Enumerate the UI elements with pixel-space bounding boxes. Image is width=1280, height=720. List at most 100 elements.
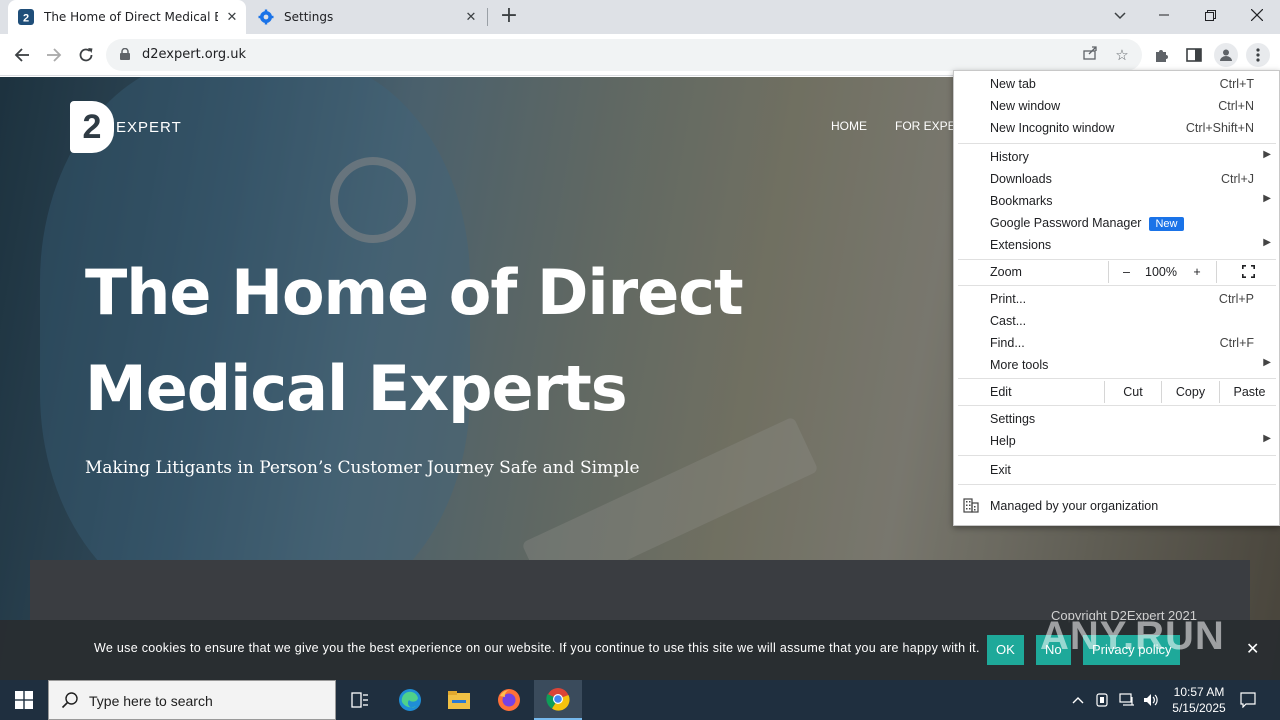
submenu-arrow-icon: ▶ [1263,237,1271,248]
menu-cast[interactable]: Cast... [954,310,1279,332]
menu-label: Google Password Manager [990,216,1142,230]
hero-title-line1: The Home of Direct [85,256,744,329]
search-icon [61,692,78,709]
tray-chevron-up-icon[interactable] [1068,680,1088,720]
d2-favicon: 2 [18,9,34,25]
profile-avatar-icon[interactable] [1214,43,1238,67]
menu-label: New Incognito window [990,121,1115,135]
menu-print[interactable]: Print... Ctrl+P [954,288,1279,310]
hero-subtitle: Making Litigants in Person’s Customer Jo… [85,458,640,478]
menu-kebab-icon[interactable] [1246,43,1270,67]
new-badge: New [1149,217,1184,231]
new-tab-plus-icon[interactable]: + [498,5,520,28]
menu-exit[interactable]: Exit [954,459,1279,481]
search-placeholder: Type here to search [89,693,213,709]
menu-new-tab[interactable]: New tab Ctrl+T [954,73,1279,95]
address-bar[interactable]: d2expert.org.uk ☆ [106,39,1142,71]
menu-separator [958,143,1276,144]
menu-settings[interactable]: Settings [954,408,1279,430]
tab-settings[interactable]: Settings ✕ [250,0,485,34]
tab-separator [487,8,488,26]
menu-new-window[interactable]: New window Ctrl+N [954,95,1279,117]
menu-label: New tab [990,77,1036,91]
cookie-text: We use cookies to ensure that we give yo… [94,641,980,655]
lock-icon [120,48,130,60]
zoom-in-button[interactable]: + [1178,261,1216,283]
submenu-arrow-icon: ▶ [1263,357,1271,368]
menu-downloads[interactable]: Downloads Ctrl+J [954,168,1279,190]
cookie-ok-button[interactable]: OK [987,635,1024,665]
windows-start-icon[interactable] [0,680,48,720]
menu-extensions[interactable]: Extensions ▶ [954,234,1279,256]
menu-label: Downloads [990,172,1052,186]
minimize-icon[interactable] [1141,0,1187,30]
tab-d2expert[interactable]: 2 The Home of Direct Medical Exp ✕ [8,0,246,34]
menu-label: Settings [990,412,1036,426]
menu-edit-row: Edit Cut Copy Paste [954,381,1279,403]
menu-label: Edit [990,385,1012,399]
hero-title-line2: Medical Experts [85,352,628,425]
chrome-taskbar-icon[interactable] [534,680,582,720]
taskbar-search-box[interactable]: Type here to search [48,680,336,720]
menu-zoom-row: Zoom – 100% + [954,261,1279,283]
bookmark-star-icon[interactable]: ☆ [1112,45,1132,65]
menu-copy-button[interactable]: Copy [1161,381,1219,403]
tab-title: Settings [284,10,334,24]
logo-mark: 2 [70,101,114,153]
restore-icon[interactable] [1187,0,1233,30]
tab-search-chevron-icon[interactable] [1108,4,1132,28]
chrome-main-menu: New tab Ctrl+T New window Ctrl+N New Incog… [953,70,1280,526]
site-logo[interactable]: 2 EXPERT [70,101,182,153]
menu-label: Bookmarks [990,194,1053,208]
window-close-icon[interactable] [1234,0,1280,30]
menu-find[interactable]: Find... Ctrl+F [954,332,1279,354]
menu-label: New window [990,99,1061,113]
tab-close-icon[interactable]: ✕ [224,9,240,25]
submenu-arrow-icon: ▶ [1263,149,1271,160]
firefox-icon[interactable] [485,680,533,720]
menu-new-incognito[interactable]: New Incognito window Ctrl+Shift+N [954,117,1279,139]
menu-separator [958,259,1276,260]
side-panel-icon[interactable] [1182,43,1206,67]
taskbar-clock[interactable]: 10:57 AM 5/15/2025 [1160,684,1238,716]
menu-bookmarks[interactable]: Bookmarks ▶ [954,190,1279,212]
menu-paste-button[interactable]: Paste [1219,381,1279,403]
back-arrow-icon[interactable] [8,41,36,69]
menu-managed-by-org[interactable]: Managed by your organization [954,495,1279,517]
menu-cut-button[interactable]: Cut [1104,381,1161,403]
nav-home[interactable]: HOME [831,119,867,133]
menu-shortcut: Ctrl+T [1219,77,1254,91]
menu-label: More tools [990,358,1049,372]
extensions-puzzle-icon[interactable] [1150,43,1174,67]
notification-center-icon[interactable] [1236,680,1260,720]
menu-more-tools[interactable]: More tools ▶ [954,354,1279,376]
menu-separator [958,455,1276,456]
menu-shortcut: Ctrl+J [1221,172,1254,186]
menu-shortcut: Ctrl+F [1219,336,1254,350]
share-icon[interactable] [1080,45,1100,65]
menu-label: Find... [990,336,1025,350]
logo-word: EXPERT [116,118,182,136]
anyrun-watermark: ANY.RUN [1040,614,1225,658]
edge-browser-icon[interactable] [386,680,434,720]
menu-label: Cast... [990,314,1027,328]
menu-label: History [990,150,1029,164]
url-text: d2expert.org.uk [142,47,247,62]
tray-volume-icon[interactable] [1140,680,1162,720]
zoom-out-button[interactable]: – [1108,261,1144,283]
menu-history[interactable]: History ▶ [954,146,1279,168]
menu-password-manager[interactable]: Google Password Manager New [954,212,1279,234]
submenu-arrow-icon: ▶ [1263,433,1271,444]
task-view-icon[interactable] [336,680,384,720]
menu-label: Help [990,434,1016,448]
fullscreen-icon[interactable] [1216,261,1279,283]
reload-icon[interactable] [72,41,100,69]
cookie-close-icon[interactable]: ✕ [1246,639,1259,658]
file-explorer-icon[interactable] [435,680,483,720]
forward-arrow-icon[interactable] [40,41,68,69]
menu-label: Print... [990,292,1027,306]
tray-network-device-icon[interactable] [1092,680,1112,720]
menu-help[interactable]: Help ▶ [954,430,1279,452]
tray-ethernet-icon[interactable] [1116,680,1138,720]
tab-close-icon[interactable]: ✕ [463,9,479,25]
